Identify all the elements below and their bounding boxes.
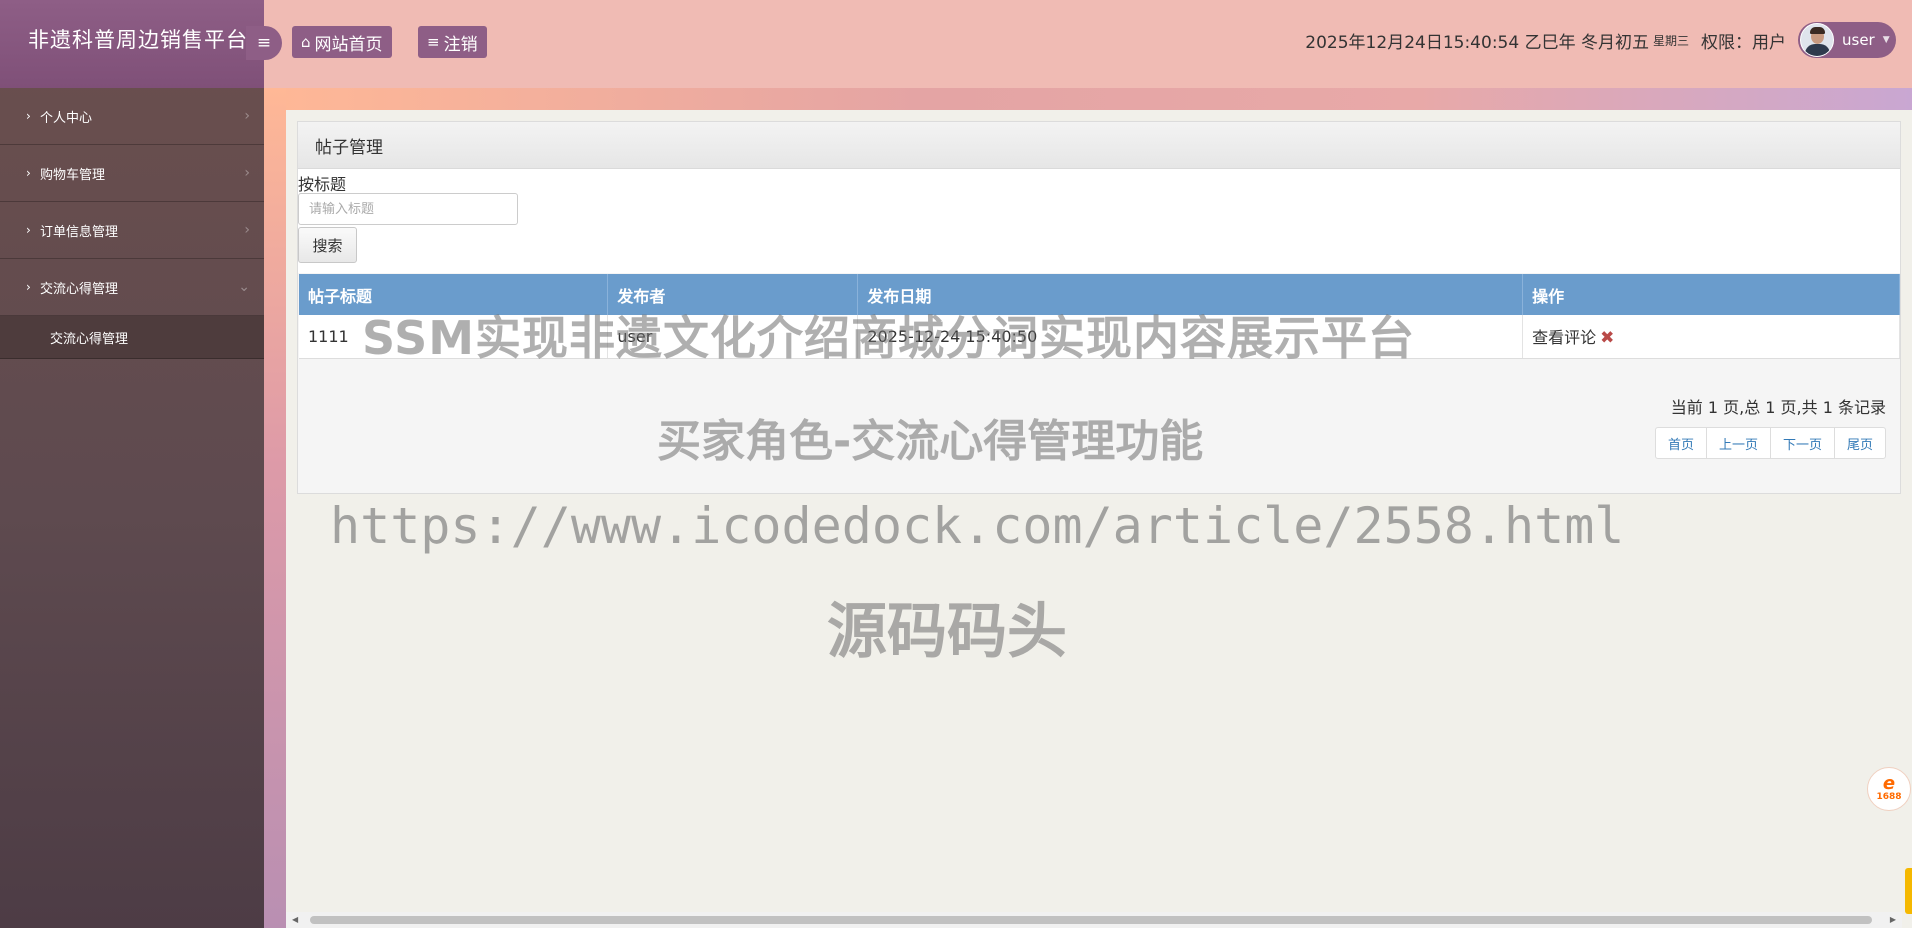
pagination-info: 当前 1 页,总 1 页,共 1 条记录 [1670,398,1886,417]
menu-toggle-button[interactable]: ≡ [246,26,282,60]
permission-label: 权限：用户 [1701,32,1786,53]
scroll-left-icon[interactable]: ◀ [292,915,298,924]
scroll-right-icon[interactable]: ▶ [1890,915,1896,924]
user-menu[interactable]: user ▼ [1798,22,1896,58]
column-header: 操作 [1522,274,1900,315]
posts-table: 帖子标题 发布者 发布日期 操作 1111 user 2025-12-24 15… [299,274,1900,359]
sidebar-item-orders[interactable]: › 订单信息管理 › [0,202,264,259]
content-edge [264,88,286,928]
post-actions-cell: 查看评论 ✖ [1522,315,1900,359]
home-button[interactable]: ⌂ 网站首页 [292,26,392,58]
delete-icon[interactable]: ✖ [1600,328,1614,348]
list-icon: ≡ [427,33,440,51]
sidebar-item-cart[interactable]: › 购物车管理 › [0,145,264,202]
scrollbar-thumb[interactable] [310,916,1872,924]
table-header-row: 帖子标题 发布者 发布日期 操作 [299,274,1900,315]
first-page-button[interactable]: 首页 [1654,427,1707,459]
datetime: 2025年12月24日15:40:54 乙巳年 冬月初五 [1305,32,1649,53]
widget-logo-icon: e [1882,773,1896,794]
sidebar: 非遗科普周边销售平台 › 个人中心 › › 购物车管理 › › 订单信息管理 ›… [0,0,264,928]
chevron-right-icon: › [26,166,31,180]
sidebar-item-label: 订单信息管理 [40,224,119,240]
post-date-cell: 2025-12-24 15:40:50 [857,315,1524,359]
chevron-down-icon: ⌄ [238,279,250,295]
watermark-url: https://www.icodedock.com/article/2558.h… [330,497,1625,555]
sidebar-item-label: 个人中心 [40,110,93,126]
last-page-button[interactable]: 尾页 [1833,427,1886,459]
search-button[interactable]: 搜索 [298,227,357,263]
widget-label: 1688 [1876,792,1902,802]
avatar [1800,23,1834,57]
panel-title: 帖子管理 [298,122,1900,169]
logout-button[interactable]: ≡ 注销 [418,26,487,58]
search-area: 按标题 搜索 [298,169,1900,273]
chevron-right-icon: › [26,109,31,123]
sidebar-item-experience[interactable]: › 交流心得管理 ⌄ [0,259,264,316]
next-page-button[interactable]: 下一页 [1769,427,1835,459]
table-row: 1111 user 2025-12-24 15:40:50 查看评论 ✖ [299,315,1900,359]
watermark-brand: 源码码头 [827,597,1067,667]
sidebar-item-label: 购物车管理 [40,167,106,183]
floating-widget[interactable]: e 1688 [1867,767,1911,811]
column-header[interactable]: 发布者 [607,274,859,315]
post-management-panel: 帖子管理 按标题 搜索 帖子标题 发布者 发布日期 操作 1111 user 2… [297,121,1901,494]
home-icon: ⌂ [301,33,311,51]
home-button-label: 网站首页 [314,34,383,55]
side-tab[interactable] [1905,868,1912,914]
chevron-right-icon: › [26,280,31,294]
column-header[interactable]: 帖子标题 [299,274,609,315]
weekday: 星期三 [1652,33,1689,48]
chevron-right-icon: › [26,223,31,237]
brand-title: 非遗科普周边销售平台 [0,0,264,88]
submenu-item-experience[interactable]: 交流心得管理 [0,316,264,359]
chevron-right-icon: › [244,165,250,181]
pagination: 首页 上一页 下一页 尾页 [1654,427,1886,459]
chevron-right-icon: › [244,222,250,238]
post-author-cell: user [607,315,859,359]
horizontal-scrollbar[interactable]: ◀ ▶ [286,912,1902,928]
sidebar-item-personal-center[interactable]: › 个人中心 › [0,88,264,145]
topbar-strip [264,88,1912,110]
topbar-right: 2025年12月24日15:40:54 乙巳年 冬月初五 星期三 权限：用户 u… [1305,22,1912,58]
chevron-right-icon: › [244,108,250,124]
search-input[interactable] [298,193,518,225]
search-label: 按标题 [298,175,347,194]
view-comments-link[interactable]: 查看评论 [1532,328,1596,347]
post-title-cell: 1111 [299,315,609,359]
sidebar-item-label: 交流心得管理 [40,281,119,297]
caret-down-icon: ▼ [1882,35,1890,45]
column-header[interactable]: 发布日期 [857,274,1524,315]
username: user [1842,31,1875,49]
prev-page-button[interactable]: 上一页 [1705,427,1771,459]
logout-button-label: 注销 [443,34,478,55]
hamburger-icon: ≡ [256,33,272,53]
